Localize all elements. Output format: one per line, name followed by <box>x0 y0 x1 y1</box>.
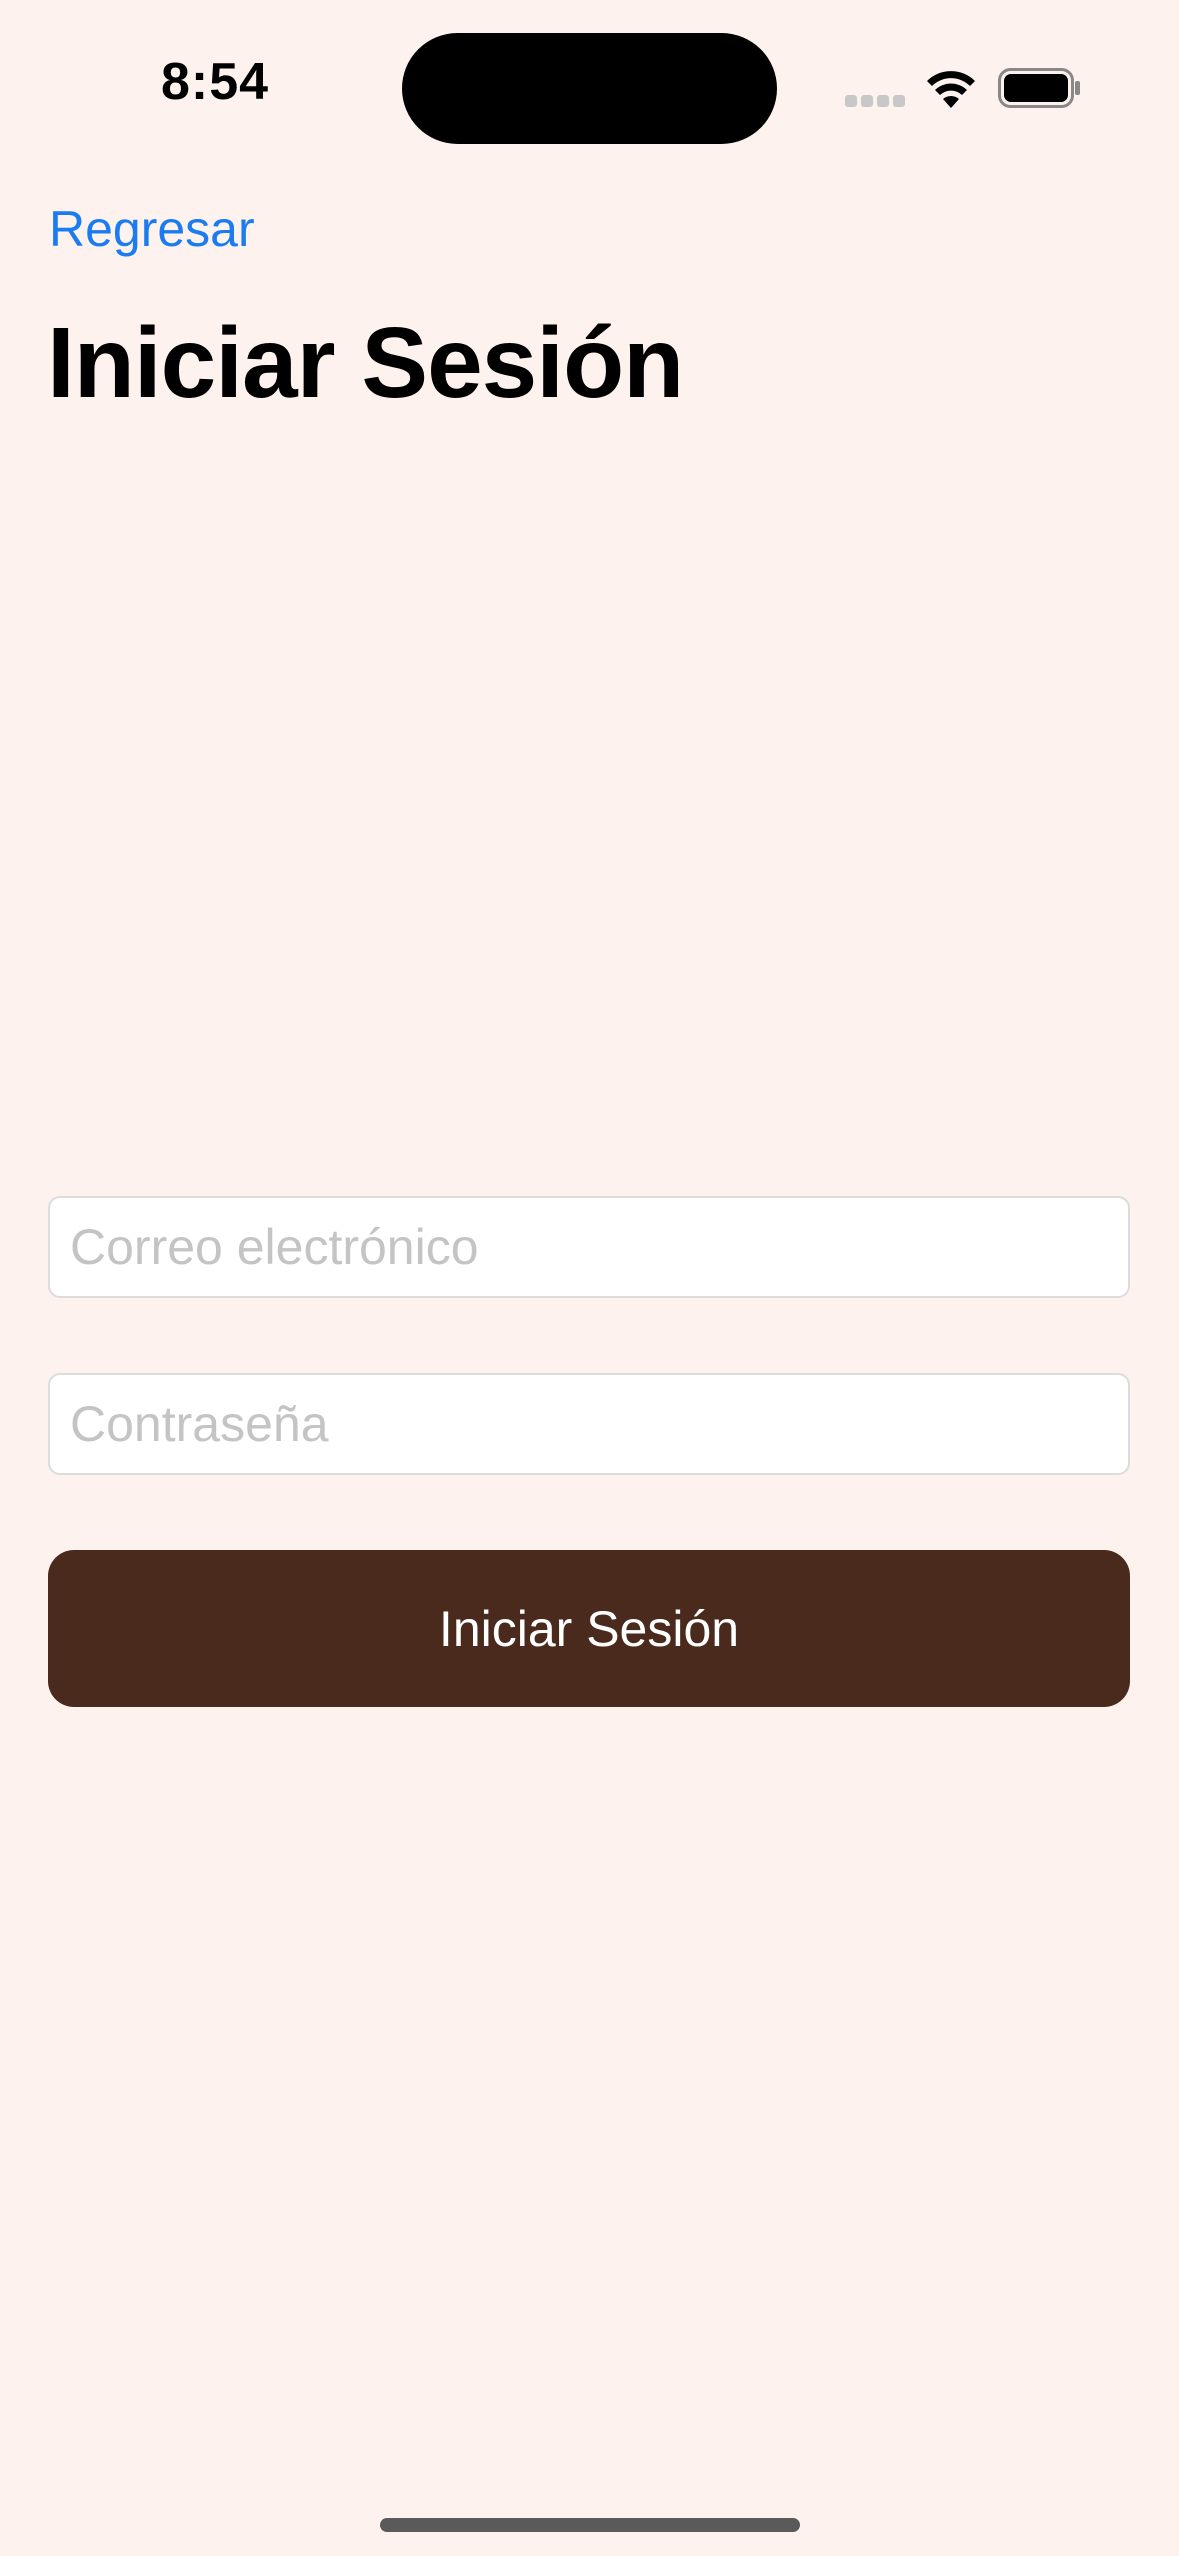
wifi-icon <box>927 71 975 108</box>
dynamic-island <box>402 33 777 144</box>
page-title: Iniciar Sesión <box>47 307 684 419</box>
status-time: 8:54 <box>160 53 270 111</box>
cellular-signal-icon <box>845 95 907 107</box>
status-bar: 8:54 <box>0 0 1179 170</box>
password-field[interactable] <box>48 1373 1130 1475</box>
login-button[interactable]: Iniciar Sesión <box>48 1550 1130 1707</box>
email-field[interactable] <box>48 1196 1130 1298</box>
home-indicator[interactable] <box>380 2518 800 2532</box>
back-button[interactable]: Regresar <box>49 200 255 258</box>
battery-icon <box>998 68 1080 108</box>
